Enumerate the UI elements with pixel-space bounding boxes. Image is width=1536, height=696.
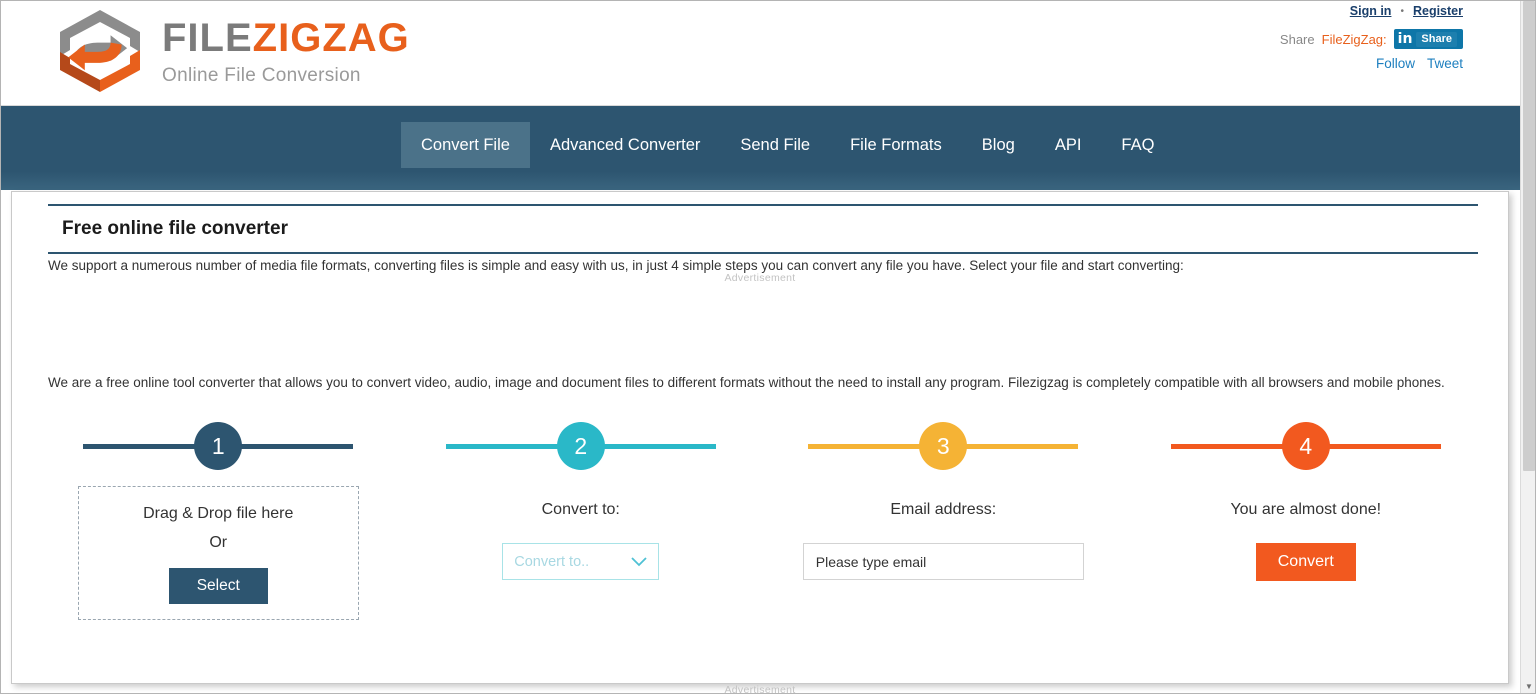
- step-4-line-right: [1327, 443, 1441, 449]
- email-address-label: Email address:: [890, 501, 997, 518]
- nav-item-advanced-converter[interactable]: Advanced Converter: [530, 122, 720, 168]
- site-header: FILEZIGZAG Online File Conversion Sign i…: [0, 0, 1520, 106]
- logo-word-file: FILE: [162, 15, 253, 60]
- account-links: Sign in • Register: [1350, 4, 1463, 18]
- steps-row: 1 Drag & Drop file here Or Select 2 Conv…: [37, 417, 1487, 620]
- step-3-number: 3: [919, 422, 968, 470]
- share-prefix-label: Share: [1279, 31, 1315, 47]
- step-4: 4 You are almost done! Convert: [1125, 417, 1488, 620]
- dropzone-label: Drag & Drop file here: [143, 505, 294, 522]
- chevron-down-icon: [631, 555, 647, 569]
- sign-in-link[interactable]: Sign in: [1350, 4, 1392, 18]
- description-paragraph: We are a free online tool converter that…: [48, 375, 1445, 390]
- nav-item-blog[interactable]: Blog: [962, 122, 1035, 168]
- main-navigation: Convert File Advanced Converter Send Fil…: [0, 106, 1520, 190]
- step-1-body: Drag & Drop file here Or Select: [37, 486, 400, 620]
- dropzone-or-label: Or: [209, 534, 228, 551]
- step-3-line-right: [965, 443, 1079, 449]
- page-title-box: Free online file converter: [48, 204, 1478, 254]
- convert-button[interactable]: Convert: [1255, 543, 1356, 581]
- select-file-button[interactable]: Select: [168, 568, 268, 604]
- step-2-number: 2: [556, 422, 605, 470]
- step-1-line-left: [83, 443, 197, 449]
- social-follow-row: Follow Tweet: [1376, 56, 1463, 71]
- file-dropzone[interactable]: Drag & Drop file here Or Select: [77, 486, 359, 620]
- step-4-header: 4: [1125, 417, 1488, 475]
- step-2-line-right: [602, 443, 716, 449]
- nav-item-api[interactable]: API: [1035, 122, 1102, 168]
- linkedin-share-button[interactable]: in Share: [1393, 29, 1463, 49]
- step-2-body: Convert to: Convert to..: [400, 501, 763, 580]
- register-link[interactable]: Register: [1413, 4, 1463, 18]
- logo-wordmark: FILEZIGZAG Online File Conversion: [162, 18, 410, 87]
- zigzag-hexagon-logo-icon: [60, 10, 140, 92]
- linkedin-share-label: Share: [1416, 31, 1457, 47]
- nav-item-send-file[interactable]: Send File: [720, 122, 830, 168]
- step-2-line-left: [445, 443, 559, 449]
- step-4-number: 4: [1281, 422, 1330, 470]
- follow-link[interactable]: Follow: [1376, 56, 1415, 71]
- page-title: Free online file converter: [62, 218, 288, 239]
- step-3-line-left: [808, 443, 922, 449]
- convert-to-select-value: Convert to..: [514, 553, 590, 570]
- email-input[interactable]: Please type email: [802, 543, 1084, 580]
- step-3-body: Email address: Please type email: [762, 501, 1125, 580]
- convert-to-select[interactable]: Convert to..: [502, 543, 660, 580]
- step-3-header: 3: [762, 417, 1125, 475]
- share-brand-label: FileZigZag:: [1321, 31, 1387, 47]
- step-3: 3 Email address: Please type email: [762, 417, 1125, 620]
- step-2: 2 Convert to: Convert to..: [400, 417, 763, 620]
- nav-item-file-formats[interactable]: File Formats: [830, 122, 962, 168]
- nav-items: Convert File Advanced Converter Send Fil…: [401, 122, 1174, 169]
- tweet-link[interactable]: Tweet: [1427, 56, 1463, 71]
- advertisement-label-top: Advertisement: [724, 272, 796, 284]
- nav-item-faq[interactable]: FAQ: [1101, 122, 1174, 168]
- advertisement-label-bottom: Advertisement: [724, 684, 796, 696]
- step-4-body: You are almost done! Convert: [1125, 501, 1488, 581]
- step-1-header: 1: [37, 417, 400, 475]
- scrollbar-thumb[interactable]: [1523, 1, 1535, 471]
- step-1-number: 1: [194, 422, 243, 470]
- step-2-header: 2: [400, 417, 763, 475]
- linkedin-icon: in: [1397, 31, 1413, 47]
- account-separator: •: [1400, 5, 1404, 17]
- step-1-line-right: [240, 443, 354, 449]
- almost-done-label: You are almost done!: [1230, 501, 1382, 518]
- vertical-scrollbar[interactable]: ▲ ▼: [1520, 0, 1536, 694]
- nav-item-convert-file[interactable]: Convert File: [401, 122, 530, 169]
- site-logo[interactable]: FILEZIGZAG Online File Conversion: [52, 6, 410, 96]
- share-row: Share FileZigZag: in Share: [1280, 29, 1463, 49]
- scroll-down-arrow-icon[interactable]: ▼: [1521, 678, 1536, 694]
- convert-to-label: Convert to:: [541, 501, 620, 518]
- step-4-line-left: [1170, 443, 1284, 449]
- logo-word-zigzag: ZIGZAG: [252, 15, 410, 60]
- content-card: Free online file converter We support a …: [11, 191, 1509, 684]
- logo-tagline: Online File Conversion: [162, 64, 361, 86]
- step-1: 1 Drag & Drop file here Or Select: [37, 417, 400, 620]
